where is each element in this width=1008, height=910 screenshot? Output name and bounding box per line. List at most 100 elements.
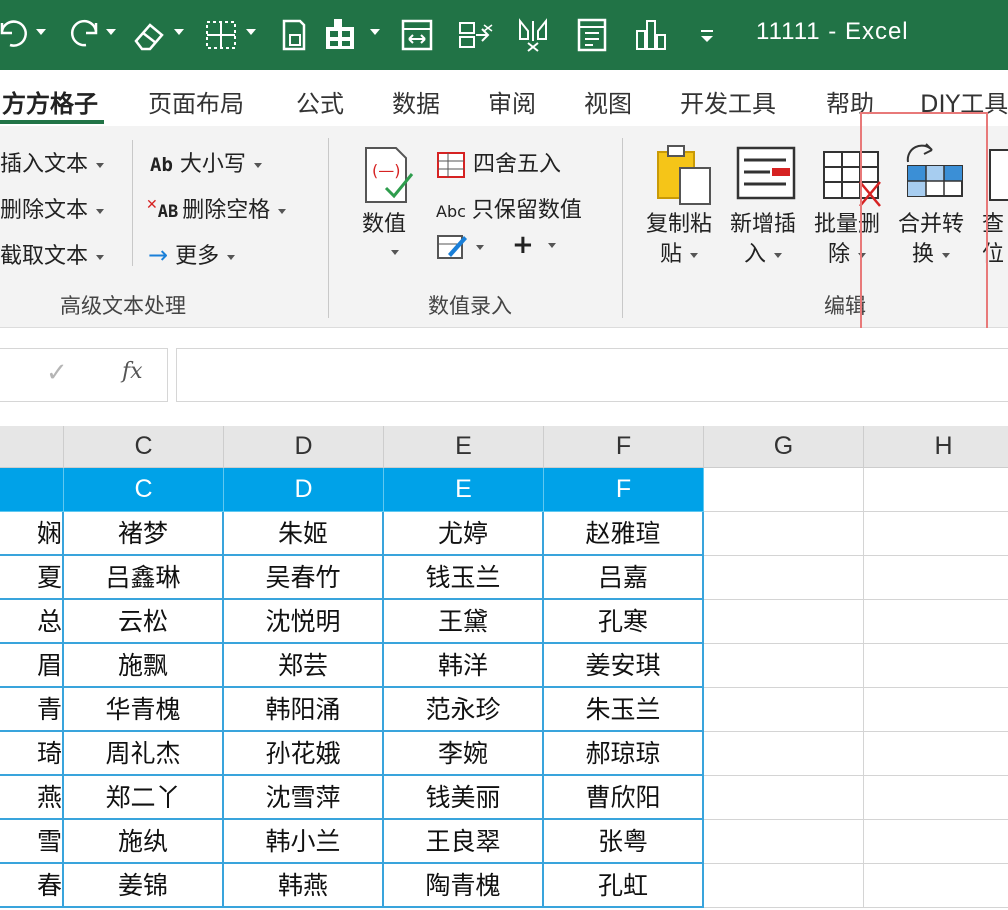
list-icon[interactable]	[576, 14, 608, 56]
header-cell-g[interactable]	[704, 468, 864, 512]
cell-b-3[interactable]: 总	[0, 600, 64, 644]
cell-g-1[interactable]	[704, 512, 864, 556]
cell-g-9[interactable]	[704, 864, 864, 908]
cell-b-8[interactable]: 雪	[0, 820, 64, 864]
header-cell-h[interactable]	[864, 468, 1008, 512]
cell-b-1[interactable]: 娴	[0, 512, 64, 556]
fit-width-icon[interactable]	[400, 14, 434, 56]
cell-h-5[interactable]	[864, 688, 1008, 732]
fill-color-dropdown-icon[interactable]	[370, 29, 380, 35]
tab-review[interactable]: 审阅	[488, 84, 536, 119]
cell-c-8[interactable]: 施纨	[64, 820, 224, 864]
cell-d-8[interactable]: 韩小兰	[224, 820, 384, 864]
cell-d-4[interactable]: 郑芸	[224, 644, 384, 688]
cell-c-6[interactable]: 周礼杰	[64, 732, 224, 776]
fill-color-icon[interactable]	[322, 14, 358, 56]
cell-h-4[interactable]	[864, 644, 1008, 688]
column-header-d[interactable]: D	[224, 426, 384, 468]
redo-icon[interactable]	[68, 14, 100, 56]
formula-input[interactable]	[176, 348, 1008, 402]
delete-text-button[interactable]: 删除文本	[0, 192, 105, 224]
header-cell-b[interactable]	[0, 468, 64, 512]
insert-text-button[interactable]: 插入文本	[0, 146, 105, 178]
round-button[interactable]: 四舍五入	[436, 146, 561, 179]
cell-d-2[interactable]: 吴春竹	[224, 556, 384, 600]
cell-e-3[interactable]: 王黛	[384, 600, 544, 644]
cell-b-5[interactable]: 青	[0, 688, 64, 732]
cell-b-4[interactable]: 眉	[0, 644, 64, 688]
cell-d-5[interactable]: 韩阳涌	[224, 688, 384, 732]
eraser-dropdown-icon[interactable]	[174, 29, 184, 35]
column-header-g[interactable]: G	[704, 426, 864, 468]
cell-g-5[interactable]	[704, 688, 864, 732]
cell-c-2[interactable]: 吕鑫琳	[64, 556, 224, 600]
cell-f-4[interactable]: 姜安琪	[544, 644, 704, 688]
extract-text-button[interactable]: 截取文本	[0, 238, 105, 270]
confirm-check-icon[interactable]: ✓	[46, 358, 68, 388]
plus-button[interactable]: +	[512, 230, 556, 260]
header-cell-c[interactable]: C	[64, 468, 224, 512]
header-cell-e[interactable]: E	[384, 468, 544, 512]
cell-d-3[interactable]: 沈悦明	[224, 600, 384, 644]
merge-arrow-icon[interactable]	[458, 14, 494, 56]
cell-h-2[interactable]	[864, 556, 1008, 600]
cell-f-1[interactable]: 赵雅瑄	[544, 512, 704, 556]
column-header-b[interactable]	[0, 426, 64, 468]
cell-e-6[interactable]: 李婉	[384, 732, 544, 776]
column-header-f[interactable]: F	[544, 426, 704, 468]
column-header-e[interactable]: E	[384, 426, 544, 468]
customize-quick-access-icon[interactable]	[700, 14, 714, 56]
value-dropdown-icon[interactable]	[391, 250, 399, 255]
copy-paste-button[interactable]: 复制粘贴	[646, 210, 712, 270]
cell-c-3[interactable]: 云松	[64, 600, 224, 644]
cell-f-3[interactable]: 孔寒	[544, 600, 704, 644]
chart-icon[interactable]	[634, 14, 668, 56]
cell-b-2[interactable]: 夏	[0, 556, 64, 600]
value-icon[interactable]: (—)	[362, 144, 416, 210]
tab-page-layout[interactable]: 页面布局	[148, 84, 244, 119]
cell-g-7[interactable]	[704, 776, 864, 820]
undo-icon[interactable]	[0, 14, 30, 56]
cell-e-1[interactable]: 尤婷	[384, 512, 544, 556]
borders-icon[interactable]	[204, 14, 238, 56]
cell-g-3[interactable]	[704, 600, 864, 644]
header-cell-d[interactable]: D	[224, 468, 384, 512]
cell-e-5[interactable]: 范永珍	[384, 688, 544, 732]
cell-g-8[interactable]	[704, 820, 864, 864]
cell-h-6[interactable]	[864, 732, 1008, 776]
cell-g-4[interactable]	[704, 644, 864, 688]
cell-f-8[interactable]: 张粤	[544, 820, 704, 864]
format-painter-icon[interactable]	[278, 14, 310, 56]
cell-d-7[interactable]: 沈雪萍	[224, 776, 384, 820]
cell-h-1[interactable]	[864, 512, 1008, 556]
cell-e-4[interactable]: 韩洋	[384, 644, 544, 688]
cell-f-2[interactable]: 吕嘉	[544, 556, 704, 600]
filter-icon[interactable]	[516, 14, 550, 56]
column-header-c[interactable]: C	[64, 426, 224, 468]
cell-c-5[interactable]: 华青槐	[64, 688, 224, 732]
tab-fangfanggezi[interactable]: 方方格子	[2, 84, 98, 119]
undo-dropdown-icon[interactable]	[36, 29, 46, 35]
cell-e-2[interactable]: 钱玉兰	[384, 556, 544, 600]
cell-d-6[interactable]: 孙花娥	[224, 732, 384, 776]
borders-dropdown-icon[interactable]	[246, 29, 256, 35]
cell-d-9[interactable]: 韩燕	[224, 864, 384, 908]
eraser-icon[interactable]	[132, 14, 166, 56]
cell-h-3[interactable]	[864, 600, 1008, 644]
cell-e-9[interactable]: 陶青槐	[384, 864, 544, 908]
tab-view[interactable]: 视图	[584, 84, 632, 119]
case-button[interactable]: Ab 大小写	[150, 146, 262, 178]
cell-c-1[interactable]: 褚梦	[64, 512, 224, 556]
cell-h-7[interactable]	[864, 776, 1008, 820]
tab-developer[interactable]: 开发工具	[680, 84, 776, 119]
cell-f-6[interactable]: 郝琼琼	[544, 732, 704, 776]
cell-g-6[interactable]	[704, 732, 864, 776]
value-button-label[interactable]: 数值	[362, 210, 406, 240]
cell-h-8[interactable]	[864, 820, 1008, 864]
cell-b-6[interactable]: 琦	[0, 732, 64, 776]
header-cell-f[interactable]: F	[544, 468, 704, 512]
cell-e-7[interactable]: 钱美丽	[384, 776, 544, 820]
cell-f-5[interactable]: 朱玉兰	[544, 688, 704, 732]
cell-b-9[interactable]: 春	[0, 864, 64, 908]
cell-c-4[interactable]: 施飘	[64, 644, 224, 688]
